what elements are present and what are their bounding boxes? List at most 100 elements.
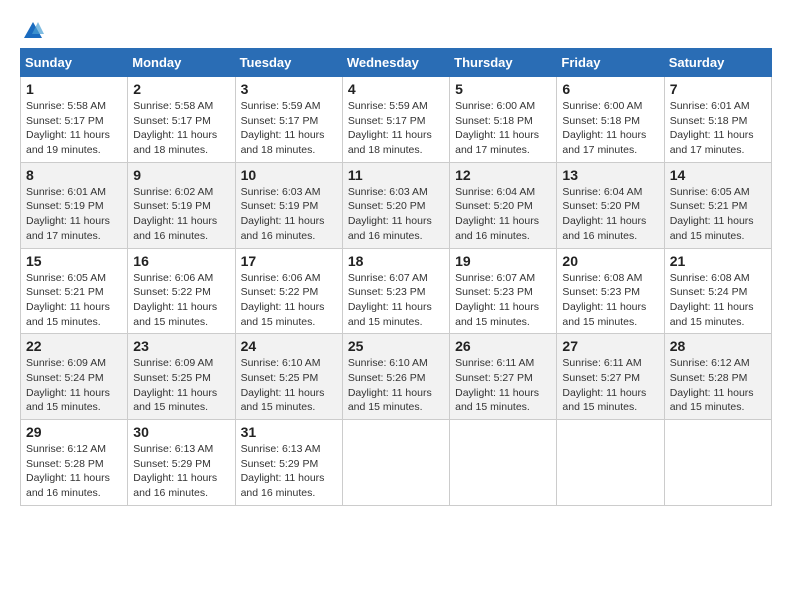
calendar-cell: 1 Sunrise: 5:58 AMSunset: 5:17 PMDayligh… [21, 77, 128, 163]
calendar-cell: 8 Sunrise: 6:01 AMSunset: 5:19 PMDayligh… [21, 162, 128, 248]
day-number: 9 [133, 167, 229, 183]
day-number: 2 [133, 81, 229, 97]
day-number: 23 [133, 338, 229, 354]
day-detail: Sunrise: 6:00 AMSunset: 5:18 PMDaylight:… [455, 100, 539, 156]
calendar-cell: 15 Sunrise: 6:05 AMSunset: 5:21 PMDaylig… [21, 248, 128, 334]
day-detail: Sunrise: 6:08 AMSunset: 5:23 PMDaylight:… [562, 272, 646, 328]
day-detail: Sunrise: 6:02 AMSunset: 5:19 PMDaylight:… [133, 186, 217, 242]
header-friday: Friday [557, 49, 664, 77]
header-monday: Monday [128, 49, 235, 77]
header-sunday: Sunday [21, 49, 128, 77]
calendar-cell: 7 Sunrise: 6:01 AMSunset: 5:18 PMDayligh… [664, 77, 771, 163]
calendar-cell: 11 Sunrise: 6:03 AMSunset: 5:20 PMDaylig… [342, 162, 449, 248]
day-detail: Sunrise: 6:10 AMSunset: 5:25 PMDaylight:… [241, 357, 325, 413]
calendar-cell: 26 Sunrise: 6:11 AMSunset: 5:27 PMDaylig… [450, 334, 557, 420]
day-number: 11 [348, 167, 444, 183]
calendar-cell: 27 Sunrise: 6:11 AMSunset: 5:27 PMDaylig… [557, 334, 664, 420]
calendar-cell: 23 Sunrise: 6:09 AMSunset: 5:25 PMDaylig… [128, 334, 235, 420]
day-number: 5 [455, 81, 551, 97]
calendar-cell: 16 Sunrise: 6:06 AMSunset: 5:22 PMDaylig… [128, 248, 235, 334]
day-number: 29 [26, 424, 122, 440]
calendar-cell: 12 Sunrise: 6:04 AMSunset: 5:20 PMDaylig… [450, 162, 557, 248]
calendar-cell: 10 Sunrise: 6:03 AMSunset: 5:19 PMDaylig… [235, 162, 342, 248]
day-number: 20 [562, 253, 658, 269]
day-detail: Sunrise: 6:13 AMSunset: 5:29 PMDaylight:… [133, 443, 217, 499]
calendar-week-row: 29 Sunrise: 6:12 AMSunset: 5:28 PMDaylig… [21, 420, 772, 506]
calendar-cell: 13 Sunrise: 6:04 AMSunset: 5:20 PMDaylig… [557, 162, 664, 248]
day-detail: Sunrise: 6:03 AMSunset: 5:20 PMDaylight:… [348, 186, 432, 242]
calendar-cell: 21 Sunrise: 6:08 AMSunset: 5:24 PMDaylig… [664, 248, 771, 334]
day-detail: Sunrise: 6:05 AMSunset: 5:21 PMDaylight:… [26, 272, 110, 328]
day-detail: Sunrise: 6:07 AMSunset: 5:23 PMDaylight:… [348, 272, 432, 328]
day-detail: Sunrise: 5:58 AMSunset: 5:17 PMDaylight:… [26, 100, 110, 156]
day-number: 22 [26, 338, 122, 354]
day-detail: Sunrise: 6:09 AMSunset: 5:25 PMDaylight:… [133, 357, 217, 413]
header-thursday: Thursday [450, 49, 557, 77]
calendar-cell: 20 Sunrise: 6:08 AMSunset: 5:23 PMDaylig… [557, 248, 664, 334]
calendar-cell: 9 Sunrise: 6:02 AMSunset: 5:19 PMDayligh… [128, 162, 235, 248]
calendar-cell: 28 Sunrise: 6:12 AMSunset: 5:28 PMDaylig… [664, 334, 771, 420]
calendar-week-row: 15 Sunrise: 6:05 AMSunset: 5:21 PMDaylig… [21, 248, 772, 334]
day-number: 12 [455, 167, 551, 183]
calendar-cell: 5 Sunrise: 6:00 AMSunset: 5:18 PMDayligh… [450, 77, 557, 163]
calendar-cell: 2 Sunrise: 5:58 AMSunset: 5:17 PMDayligh… [128, 77, 235, 163]
day-detail: Sunrise: 6:07 AMSunset: 5:23 PMDaylight:… [455, 272, 539, 328]
day-number: 24 [241, 338, 337, 354]
day-number: 28 [670, 338, 766, 354]
day-number: 10 [241, 167, 337, 183]
calendar-cell: 4 Sunrise: 5:59 AMSunset: 5:17 PMDayligh… [342, 77, 449, 163]
day-number: 26 [455, 338, 551, 354]
calendar-cell: 17 Sunrise: 6:06 AMSunset: 5:22 PMDaylig… [235, 248, 342, 334]
day-number: 18 [348, 253, 444, 269]
calendar-week-row: 22 Sunrise: 6:09 AMSunset: 5:24 PMDaylig… [21, 334, 772, 420]
day-detail: Sunrise: 6:13 AMSunset: 5:29 PMDaylight:… [241, 443, 325, 499]
calendar-cell: 31 Sunrise: 6:13 AMSunset: 5:29 PMDaylig… [235, 420, 342, 506]
calendar-cell: 19 Sunrise: 6:07 AMSunset: 5:23 PMDaylig… [450, 248, 557, 334]
day-detail: Sunrise: 6:10 AMSunset: 5:26 PMDaylight:… [348, 357, 432, 413]
calendar-cell [557, 420, 664, 506]
day-detail: Sunrise: 6:11 AMSunset: 5:27 PMDaylight:… [562, 357, 646, 413]
day-number: 14 [670, 167, 766, 183]
day-detail: Sunrise: 6:08 AMSunset: 5:24 PMDaylight:… [670, 272, 754, 328]
day-number: 8 [26, 167, 122, 183]
calendar-cell: 24 Sunrise: 6:10 AMSunset: 5:25 PMDaylig… [235, 334, 342, 420]
header-wednesday: Wednesday [342, 49, 449, 77]
day-number: 15 [26, 253, 122, 269]
day-detail: Sunrise: 6:11 AMSunset: 5:27 PMDaylight:… [455, 357, 539, 413]
calendar-cell: 30 Sunrise: 6:13 AMSunset: 5:29 PMDaylig… [128, 420, 235, 506]
day-number: 13 [562, 167, 658, 183]
day-number: 6 [562, 81, 658, 97]
calendar-cell: 18 Sunrise: 6:07 AMSunset: 5:23 PMDaylig… [342, 248, 449, 334]
calendar-cell: 25 Sunrise: 6:10 AMSunset: 5:26 PMDaylig… [342, 334, 449, 420]
day-detail: Sunrise: 6:01 AMSunset: 5:18 PMDaylight:… [670, 100, 754, 156]
header-saturday: Saturday [664, 49, 771, 77]
day-detail: Sunrise: 6:04 AMSunset: 5:20 PMDaylight:… [562, 186, 646, 242]
day-detail: Sunrise: 6:03 AMSunset: 5:19 PMDaylight:… [241, 186, 325, 242]
day-number: 21 [670, 253, 766, 269]
day-number: 30 [133, 424, 229, 440]
calendar-week-row: 8 Sunrise: 6:01 AMSunset: 5:19 PMDayligh… [21, 162, 772, 248]
day-detail: Sunrise: 6:00 AMSunset: 5:18 PMDaylight:… [562, 100, 646, 156]
calendar-header-row: SundayMondayTuesdayWednesdayThursdayFrid… [21, 49, 772, 77]
day-detail: Sunrise: 6:01 AMSunset: 5:19 PMDaylight:… [26, 186, 110, 242]
day-detail: Sunrise: 6:05 AMSunset: 5:21 PMDaylight:… [670, 186, 754, 242]
day-detail: Sunrise: 6:12 AMSunset: 5:28 PMDaylight:… [26, 443, 110, 499]
logo-icon [22, 20, 44, 42]
day-detail: Sunrise: 5:58 AMSunset: 5:17 PMDaylight:… [133, 100, 217, 156]
day-number: 16 [133, 253, 229, 269]
day-detail: Sunrise: 5:59 AMSunset: 5:17 PMDaylight:… [241, 100, 325, 156]
day-number: 4 [348, 81, 444, 97]
day-detail: Sunrise: 6:04 AMSunset: 5:20 PMDaylight:… [455, 186, 539, 242]
day-number: 27 [562, 338, 658, 354]
calendar-cell: 3 Sunrise: 5:59 AMSunset: 5:17 PMDayligh… [235, 77, 342, 163]
day-detail: Sunrise: 6:06 AMSunset: 5:22 PMDaylight:… [241, 272, 325, 328]
day-number: 25 [348, 338, 444, 354]
day-detail: Sunrise: 6:12 AMSunset: 5:28 PMDaylight:… [670, 357, 754, 413]
day-number: 1 [26, 81, 122, 97]
calendar-cell: 14 Sunrise: 6:05 AMSunset: 5:21 PMDaylig… [664, 162, 771, 248]
day-number: 7 [670, 81, 766, 97]
calendar-cell: 22 Sunrise: 6:09 AMSunset: 5:24 PMDaylig… [21, 334, 128, 420]
header-tuesday: Tuesday [235, 49, 342, 77]
calendar-cell [450, 420, 557, 506]
day-number: 19 [455, 253, 551, 269]
